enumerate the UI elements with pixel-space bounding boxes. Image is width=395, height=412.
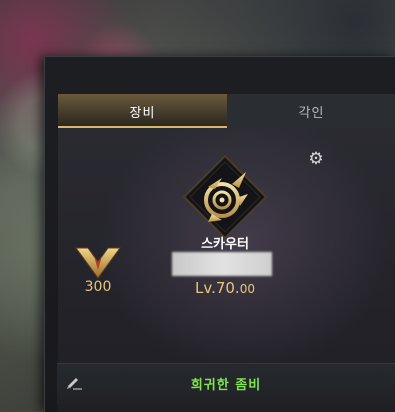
level-decimal: 00 (239, 282, 255, 296)
character-level: Lv.70.00 (180, 279, 270, 297)
level-integer: Lv.70. (195, 279, 240, 297)
tab-equipment[interactable]: 장비 (58, 94, 227, 128)
chevron-rank-icon (75, 247, 121, 279)
character-name-redacted (172, 252, 272, 276)
scouter-class-emblem-icon (182, 154, 268, 240)
tab-bar: 장비 각인 (58, 94, 395, 128)
class-name: 스카우터 (201, 237, 249, 252)
character-title[interactable]: 희귀한 좀비 (57, 374, 395, 393)
tab-engraving[interactable]: 각인 (227, 94, 395, 128)
rank-value: 300 (84, 279, 112, 295)
title-bar: 희귀한 좀비 (57, 363, 395, 404)
gear-icon[interactable]: ⚙ (306, 149, 326, 169)
